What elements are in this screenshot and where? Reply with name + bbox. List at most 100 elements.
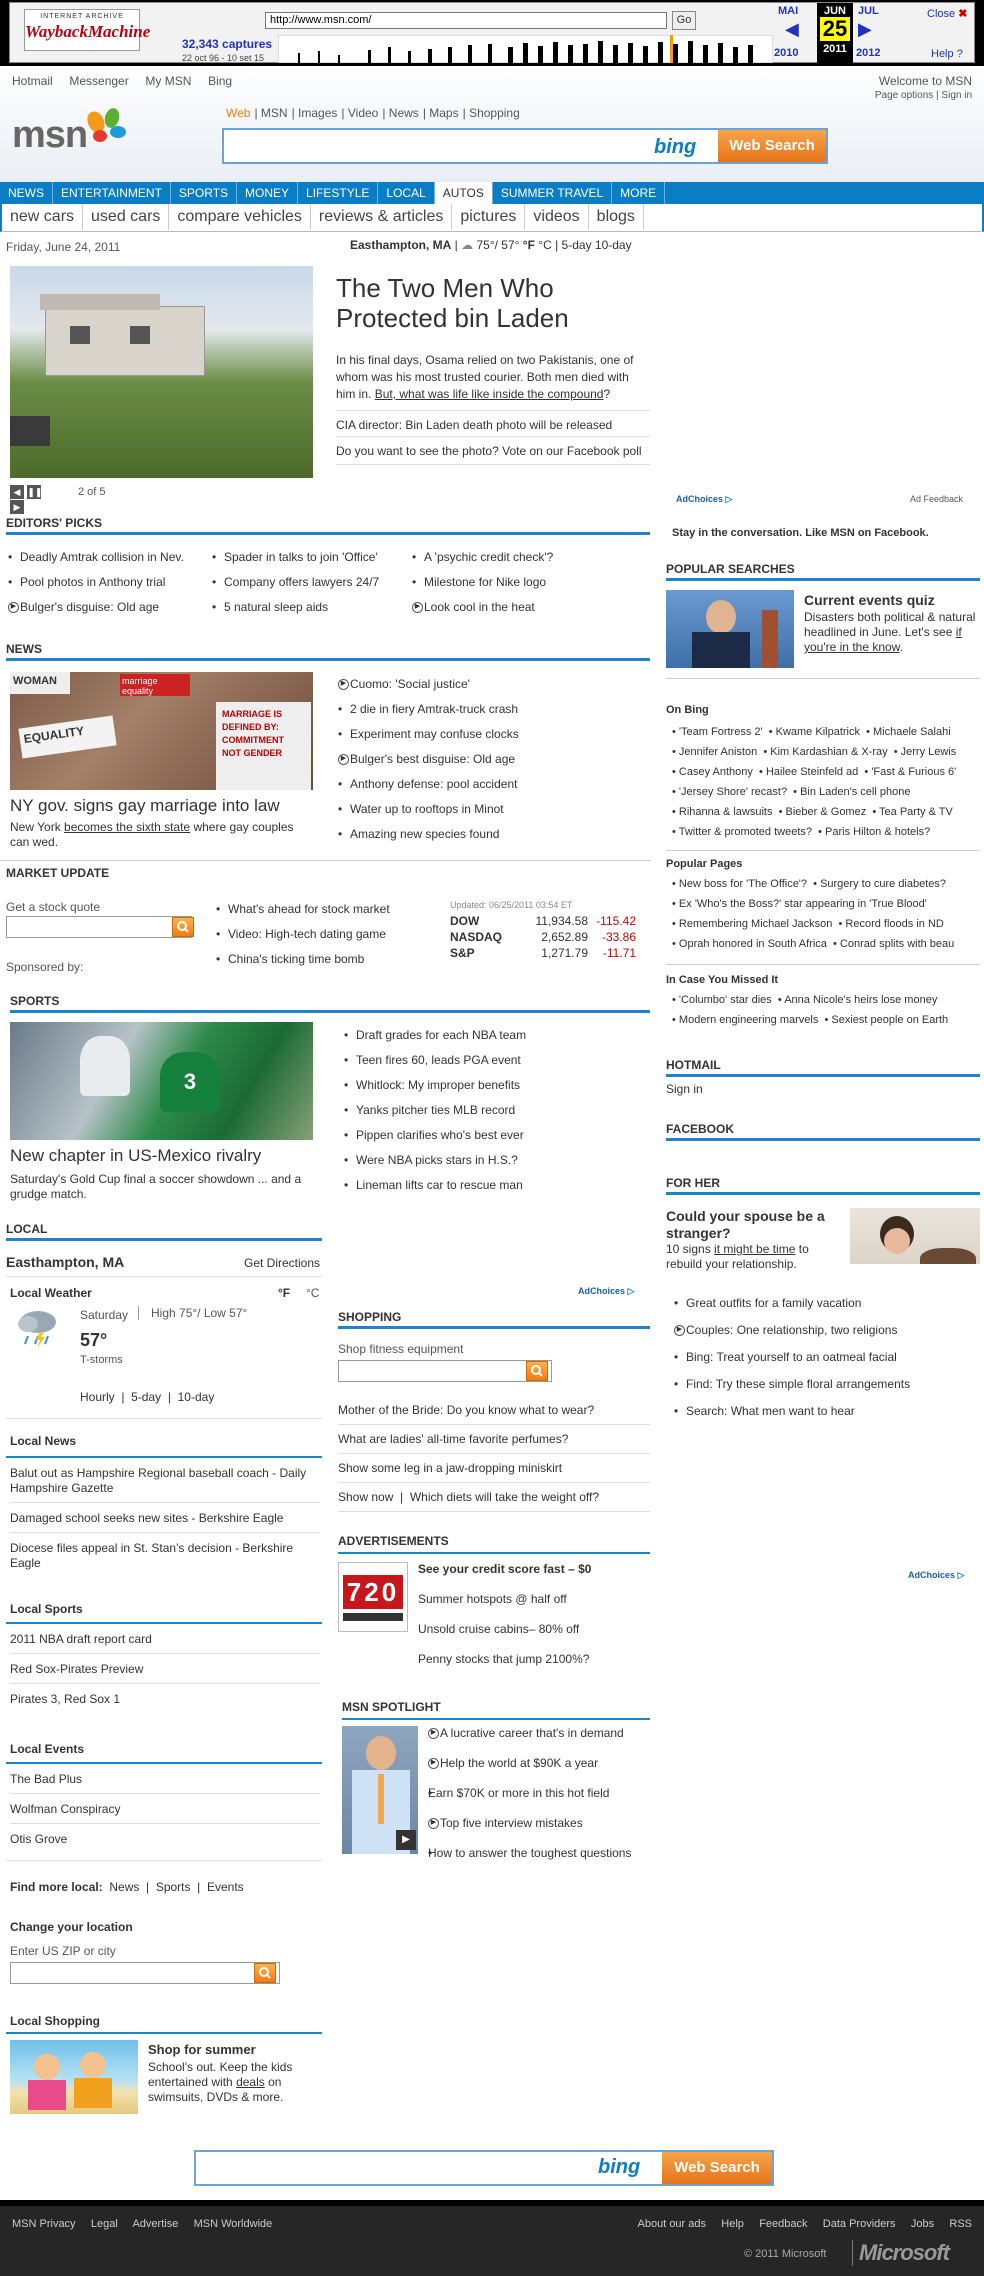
adchoices-middle[interactable]: AdChoices ▷ xyxy=(578,1286,634,1297)
missed-link[interactable]: 'Columbo' star dies xyxy=(679,994,772,1006)
editors-item[interactable]: Pool photos in Anthony trial xyxy=(8,575,198,589)
news-item[interactable]: Water up to rooftops in Minot xyxy=(338,802,638,816)
news-headline[interactable]: NY gov. signs gay marriage into law xyxy=(10,796,280,816)
popular-page-link[interactable]: Ex 'Who's the Boss?' star appearing in '… xyxy=(679,898,927,910)
quiz-photo[interactable] xyxy=(666,590,794,668)
zip-input[interactable] xyxy=(10,1962,280,1984)
show-now-link[interactable]: Show now xyxy=(338,1490,393,1504)
news-item[interactable]: Experiment may confuse clocks xyxy=(338,727,638,741)
subnav-pictures[interactable]: pictures xyxy=(452,204,526,230)
search-tab-maps[interactable]: Maps xyxy=(429,106,458,120)
search-tab-news[interactable]: News xyxy=(389,106,419,120)
onbing-link[interactable]: 'Fast & Furious 6' xyxy=(871,766,956,778)
onbing-link[interactable]: Jerry Lewis xyxy=(901,746,957,758)
ads-item[interactable]: Summer hotspots @ half off xyxy=(418,1592,567,1606)
news-photo[interactable]: WOMAN marriage equality EQUALITY MARRIAG… xyxy=(10,672,313,790)
hero-body-link[interactable]: But, what was life like inside the compo… xyxy=(375,387,604,401)
ads-first[interactable]: See your credit score fast – $0 xyxy=(418,1562,591,1576)
search-tab-shopping[interactable]: Shopping xyxy=(469,106,520,120)
zip-search-icon[interactable] xyxy=(254,1963,276,1983)
subnav-videos[interactable]: videos xyxy=(525,204,589,230)
news-item[interactable]: Bulger's best disguise: Old age xyxy=(338,752,638,766)
adchoices-right[interactable]: AdChoices ▷ xyxy=(676,494,732,505)
microsoft-logo[interactable]: Microsoft xyxy=(852,2240,950,2266)
footer-link[interactable]: RSS xyxy=(949,2218,972,2230)
for-her-item[interactable]: Couples: One relationship, two religions xyxy=(674,1323,974,1337)
local-shop-link[interactable]: deals xyxy=(236,2075,265,2089)
onbing-link[interactable]: 'Jersey Shore' recast? xyxy=(679,786,787,798)
hotmail-sign-in[interactable]: Sign in xyxy=(666,1082,703,1096)
sports-headline[interactable]: New chapter in US-Mexico rivalry xyxy=(10,1146,261,1166)
subnav-compare[interactable]: compare vehicles xyxy=(169,204,311,230)
market-link[interactable]: What's ahead for stock market xyxy=(216,902,436,916)
top-link-mymsn[interactable]: My MSN xyxy=(145,74,191,88)
wayback-help-button[interactable]: Help ? xyxy=(931,48,963,60)
onbing-link[interactable]: Twitter & promoted tweets? xyxy=(679,826,812,838)
nav-local[interactable]: LOCAL xyxy=(378,182,435,204)
bottom-web-search-button[interactable]: Web Search xyxy=(662,2152,772,2184)
pause-icon[interactable]: ❚❚ xyxy=(27,485,42,499)
popular-page-link[interactable]: Remembering Michael Jackson xyxy=(679,918,832,930)
sports-item[interactable]: Draft grades for each NBA team xyxy=(344,1028,644,1042)
play-icon[interactable]: ▶ xyxy=(396,1830,416,1850)
onbing-link[interactable]: Bin Laden's cell phone xyxy=(800,786,910,798)
page-options[interactable]: Page options | Sign in xyxy=(875,90,972,101)
find-link-events[interactable]: Events xyxy=(207,1880,244,1894)
ad-feedback[interactable]: Ad Feedback xyxy=(910,494,963,504)
popular-page-link[interactable]: Surgery to cure diabetes? xyxy=(820,878,946,890)
shopping-link[interactable]: Mother of the Bride: Do you know what to… xyxy=(338,1396,650,1425)
wayback-url-input[interactable]: http://www.msn.com/ xyxy=(265,12,667,29)
for-her-headline[interactable]: Could your spouse be a stranger? xyxy=(666,1208,842,1242)
news-item[interactable]: 2 die in fiery Amtrak-truck crash xyxy=(338,702,638,716)
weather-tab-hourly[interactable]: Hourly xyxy=(80,1390,115,1404)
market-link[interactable]: Video: High-tech dating game xyxy=(216,927,436,941)
footer-link[interactable]: Data Providers xyxy=(823,2218,896,2230)
onbing-link[interactable]: Michaele Salahi xyxy=(873,726,951,738)
wayback-prev-year[interactable]: 2010 xyxy=(774,47,798,59)
news-item[interactable]: Cuomo: 'Social justice' xyxy=(338,677,638,691)
hero-title[interactable]: The Two Men Who Protected bin Laden xyxy=(336,273,636,333)
footer-link[interactable]: About our ads xyxy=(638,2218,707,2230)
weather-c[interactable]: °C xyxy=(538,238,551,252)
nav-news[interactable]: NEWS xyxy=(0,182,53,204)
nav-autos[interactable]: AUTOS xyxy=(434,182,493,204)
market-link[interactable]: China's ticking time bomb xyxy=(216,952,436,966)
shopping-input[interactable] xyxy=(338,1360,552,1382)
spotlight-item[interactable]: Earn $70K or more in this hot field xyxy=(428,1786,658,1800)
onbing-link[interactable]: 'Team Fortress 2' xyxy=(679,726,763,738)
wayback-sparkline[interactable] xyxy=(278,35,773,63)
wayback-next-arrow-icon[interactable]: ▶ xyxy=(858,19,872,40)
editors-item[interactable]: A 'psychic credit check'? xyxy=(412,550,632,564)
editors-item[interactable]: Company offers lawyers 24/7 xyxy=(212,575,402,589)
shopping-search-icon[interactable] xyxy=(526,1361,548,1381)
ads-photo[interactable]: 720 xyxy=(338,1562,408,1632)
sports-item[interactable]: Teen fires 60, leads PGA event xyxy=(344,1053,644,1067)
subnav-reviews[interactable]: reviews & articles xyxy=(311,204,453,230)
search-tab-video[interactable]: Video xyxy=(348,106,378,120)
local-sports-item[interactable]: 2011 NBA draft report card xyxy=(10,1632,320,1654)
onbing-link[interactable]: Paris Hilton & hotels? xyxy=(825,826,930,838)
hero-photo[interactable] xyxy=(10,266,313,478)
hero-link-1[interactable]: CIA director: Bin Laden death photo will… xyxy=(336,410,650,432)
sports-item[interactable]: Lineman lifts car to rescue man xyxy=(344,1178,644,1192)
nav-more[interactable]: MORE xyxy=(612,182,666,204)
market-row[interactable]: S&P 1,271.79 -11.71 xyxy=(450,946,636,962)
popular-page-link[interactable]: Record floods in ND xyxy=(845,918,943,930)
news-item[interactable]: Anthony defense: pool accident xyxy=(338,777,638,791)
diets-link[interactable]: Which diets will take the weight off? xyxy=(410,1490,599,1504)
onbing-link[interactable]: Tea Party & TV xyxy=(879,806,953,818)
for-her-link[interactable]: it might be time xyxy=(714,1242,795,1256)
nav-entertainment[interactable]: ENTERTAINMENT xyxy=(53,182,171,204)
weather-tab-5day[interactable]: 5-day xyxy=(131,1390,161,1404)
editors-item[interactable]: Spader in talks to join 'Office' xyxy=(212,550,402,564)
spotlight-item[interactable]: A lucrative career that's in demand xyxy=(428,1726,658,1740)
for-her-item[interactable]: Bing: Treat yourself to an oatmeal facia… xyxy=(674,1350,974,1364)
news-sub-link[interactable]: becomes the sixth state xyxy=(64,820,190,834)
top-link-hotmail[interactable]: Hotmail xyxy=(12,74,53,88)
news-item[interactable]: Amazing new species found xyxy=(338,827,638,841)
local-sports-item[interactable]: Red Sox-Pirates Preview xyxy=(10,1662,320,1684)
sports-photo[interactable]: 3 xyxy=(10,1022,313,1140)
sports-item[interactable]: Pippen clarifies who's best ever xyxy=(344,1128,644,1142)
onbing-link[interactable]: Rihanna & lawsuits xyxy=(679,806,773,818)
fb-line[interactable]: Stay in the conversation. Like MSN on Fa… xyxy=(672,527,929,539)
